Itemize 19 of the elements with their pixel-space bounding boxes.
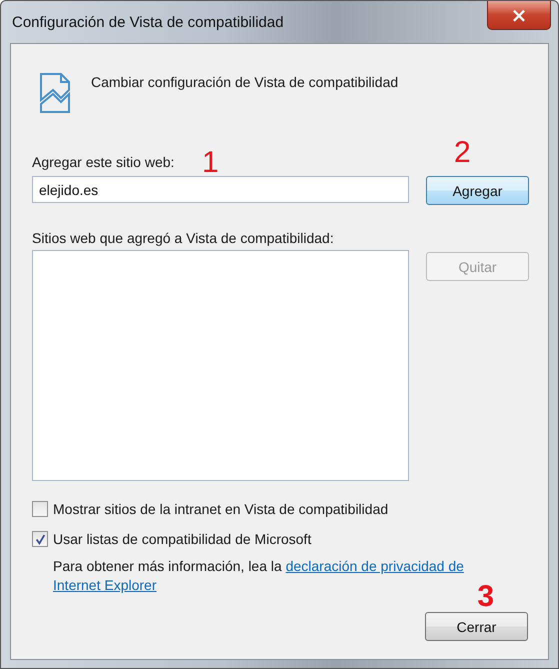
site-input-field[interactable]: elejido.es	[32, 176, 409, 203]
privacy-link[interactable]: declaración de privacidad de	[286, 558, 464, 574]
checkbox[interactable]	[32, 531, 48, 547]
checkbox-label: Usar listas de compatibilidad de Microsoft	[53, 531, 312, 547]
info-text: Para obtener más información, lea la	[53, 558, 283, 574]
close-button[interactable]: ×	[487, 1, 551, 30]
field-label: Agregar este sitio web:	[32, 154, 174, 170]
list-label: Sitios web que agregó a Vista de compatibilidad:	[32, 230, 334, 246]
checkbox[interactable]	[32, 501, 48, 517]
checkbox-label: Mostrar sitios de la intranet en Vista de compatibilidad	[53, 501, 388, 517]
annotation-number: 3	[477, 582, 494, 612]
window-title: Configuración de Vista de compatibilidad	[12, 14, 284, 31]
annotation-number: 2	[454, 138, 471, 168]
broken-page-icon	[39, 72, 71, 114]
add-button[interactable]: Agregar	[426, 176, 529, 205]
privacy-link[interactable]: Internet Explorer	[53, 577, 156, 593]
annotation-number: 1	[202, 150, 219, 175]
dialog-heading: Cambiar configuración de Vista de compatibilidad	[91, 74, 398, 90]
close-dialog-button[interactable]: Cerrar	[425, 612, 528, 641]
